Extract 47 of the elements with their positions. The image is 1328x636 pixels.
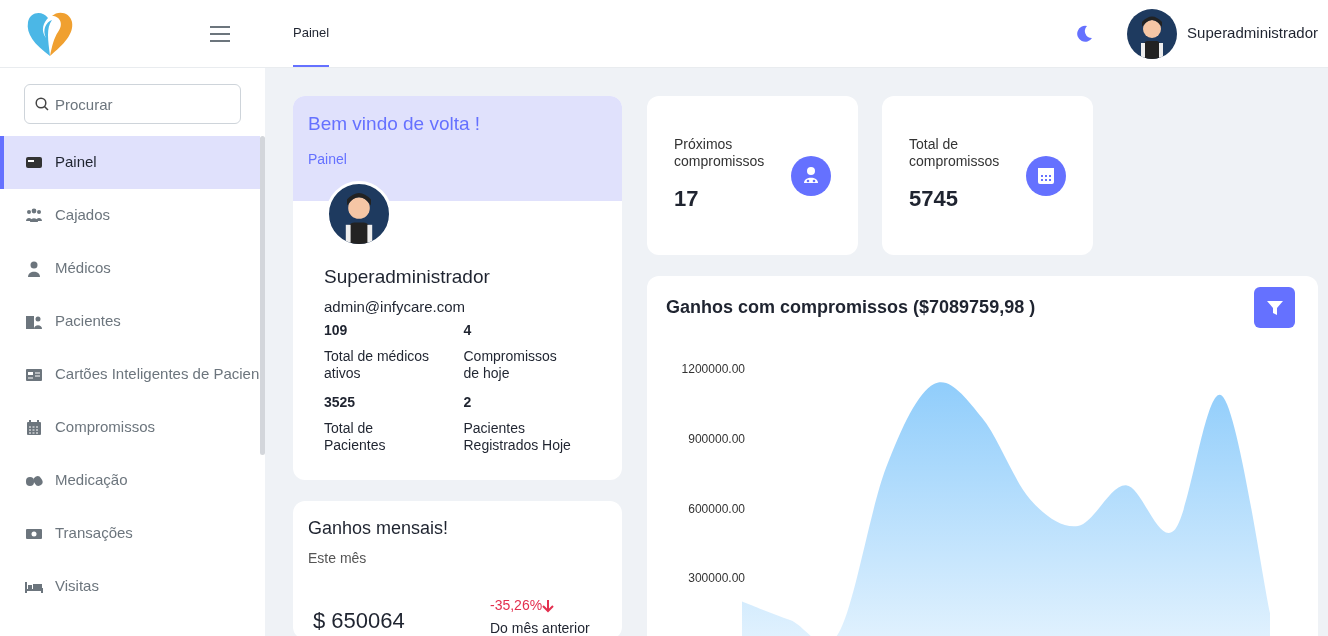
profile-email: admin@infycare.com bbox=[324, 296, 467, 317]
stat-value: 3525 bbox=[324, 393, 357, 412]
y-axis-label: 1200000.00 bbox=[681, 362, 745, 376]
user-name[interactable]: Superadministrador bbox=[1187, 22, 1318, 45]
sidebar-item[interactable]: Medicação bbox=[0, 454, 260, 507]
stat-label: Pacientes Registrados Hoje bbox=[463, 420, 572, 454]
sidebar-item[interactable]: Painel bbox=[0, 136, 260, 189]
nav-tab[interactable]: Painel bbox=[293, 0, 330, 67]
comparison-label: Do mês anterior bbox=[490, 619, 590, 636]
percent-change: -35,26% bbox=[490, 596, 543, 615]
sidebar-item[interactable]: Compromissos bbox=[0, 401, 260, 454]
stat-value: 4 bbox=[463, 321, 473, 340]
stat-card-value: 5745 bbox=[909, 185, 959, 213]
earnings-amount: $ 650064 bbox=[312, 607, 406, 635]
sidebar-item[interactable]: Cartões Inteligentes de Pacien bbox=[0, 348, 260, 401]
sidebar-item[interactable]: Transações bbox=[0, 507, 260, 560]
chart-title: Ganhos com compromissos ($7089759,98 ) bbox=[666, 296, 1036, 319]
filter-button[interactable] bbox=[1254, 287, 1295, 328]
people-icon bbox=[25, 206, 43, 225]
stat-card-label: Total de compromissos bbox=[909, 136, 1001, 170]
stat-value: 2 bbox=[463, 393, 473, 412]
y-axis-label: 600000.00 bbox=[688, 501, 745, 516]
y-axis-label: 300000.00 bbox=[688, 571, 745, 586]
profile-name: Superadministrador bbox=[324, 265, 491, 289]
search-field[interactable]: Procurar bbox=[24, 84, 241, 124]
calendar-icon bbox=[1026, 155, 1066, 196]
stat-label: Compromissos de hoje bbox=[463, 348, 558, 382]
welcome-title: Bem vindo de volta ! bbox=[308, 112, 482, 136]
stat-label: Total de Pacientes bbox=[324, 420, 387, 454]
sidebar-item[interactable]: Visitas bbox=[0, 560, 260, 613]
stat-card-label: Próximos compromissos bbox=[674, 136, 766, 170]
filter-icon bbox=[1265, 298, 1284, 317]
monthly-earnings-title: Ganhos mensais! bbox=[308, 517, 450, 540]
welcome-subtitle: Painel bbox=[308, 149, 348, 169]
stat-label: Total de médicos ativos bbox=[324, 348, 431, 382]
sidebar-item[interactable]: Pacientes bbox=[0, 295, 260, 348]
stat-value: 109 bbox=[324, 321, 349, 340]
sidebar-item[interactable]: Cajados bbox=[0, 189, 260, 242]
monthly-earnings-subtitle: Este mês bbox=[308, 549, 368, 568]
down-arrow-icon bbox=[542, 598, 555, 613]
calendar-icon bbox=[25, 418, 43, 437]
scrollbar[interactable] bbox=[260, 136, 265, 455]
stat-card-value: 17 bbox=[674, 185, 700, 213]
sidebar-item[interactable]: Médicos bbox=[0, 242, 260, 295]
y-axis-label: 900000.00 bbox=[688, 431, 745, 446]
search-icon bbox=[35, 97, 49, 111]
moon-icon[interactable] bbox=[1075, 24, 1094, 43]
